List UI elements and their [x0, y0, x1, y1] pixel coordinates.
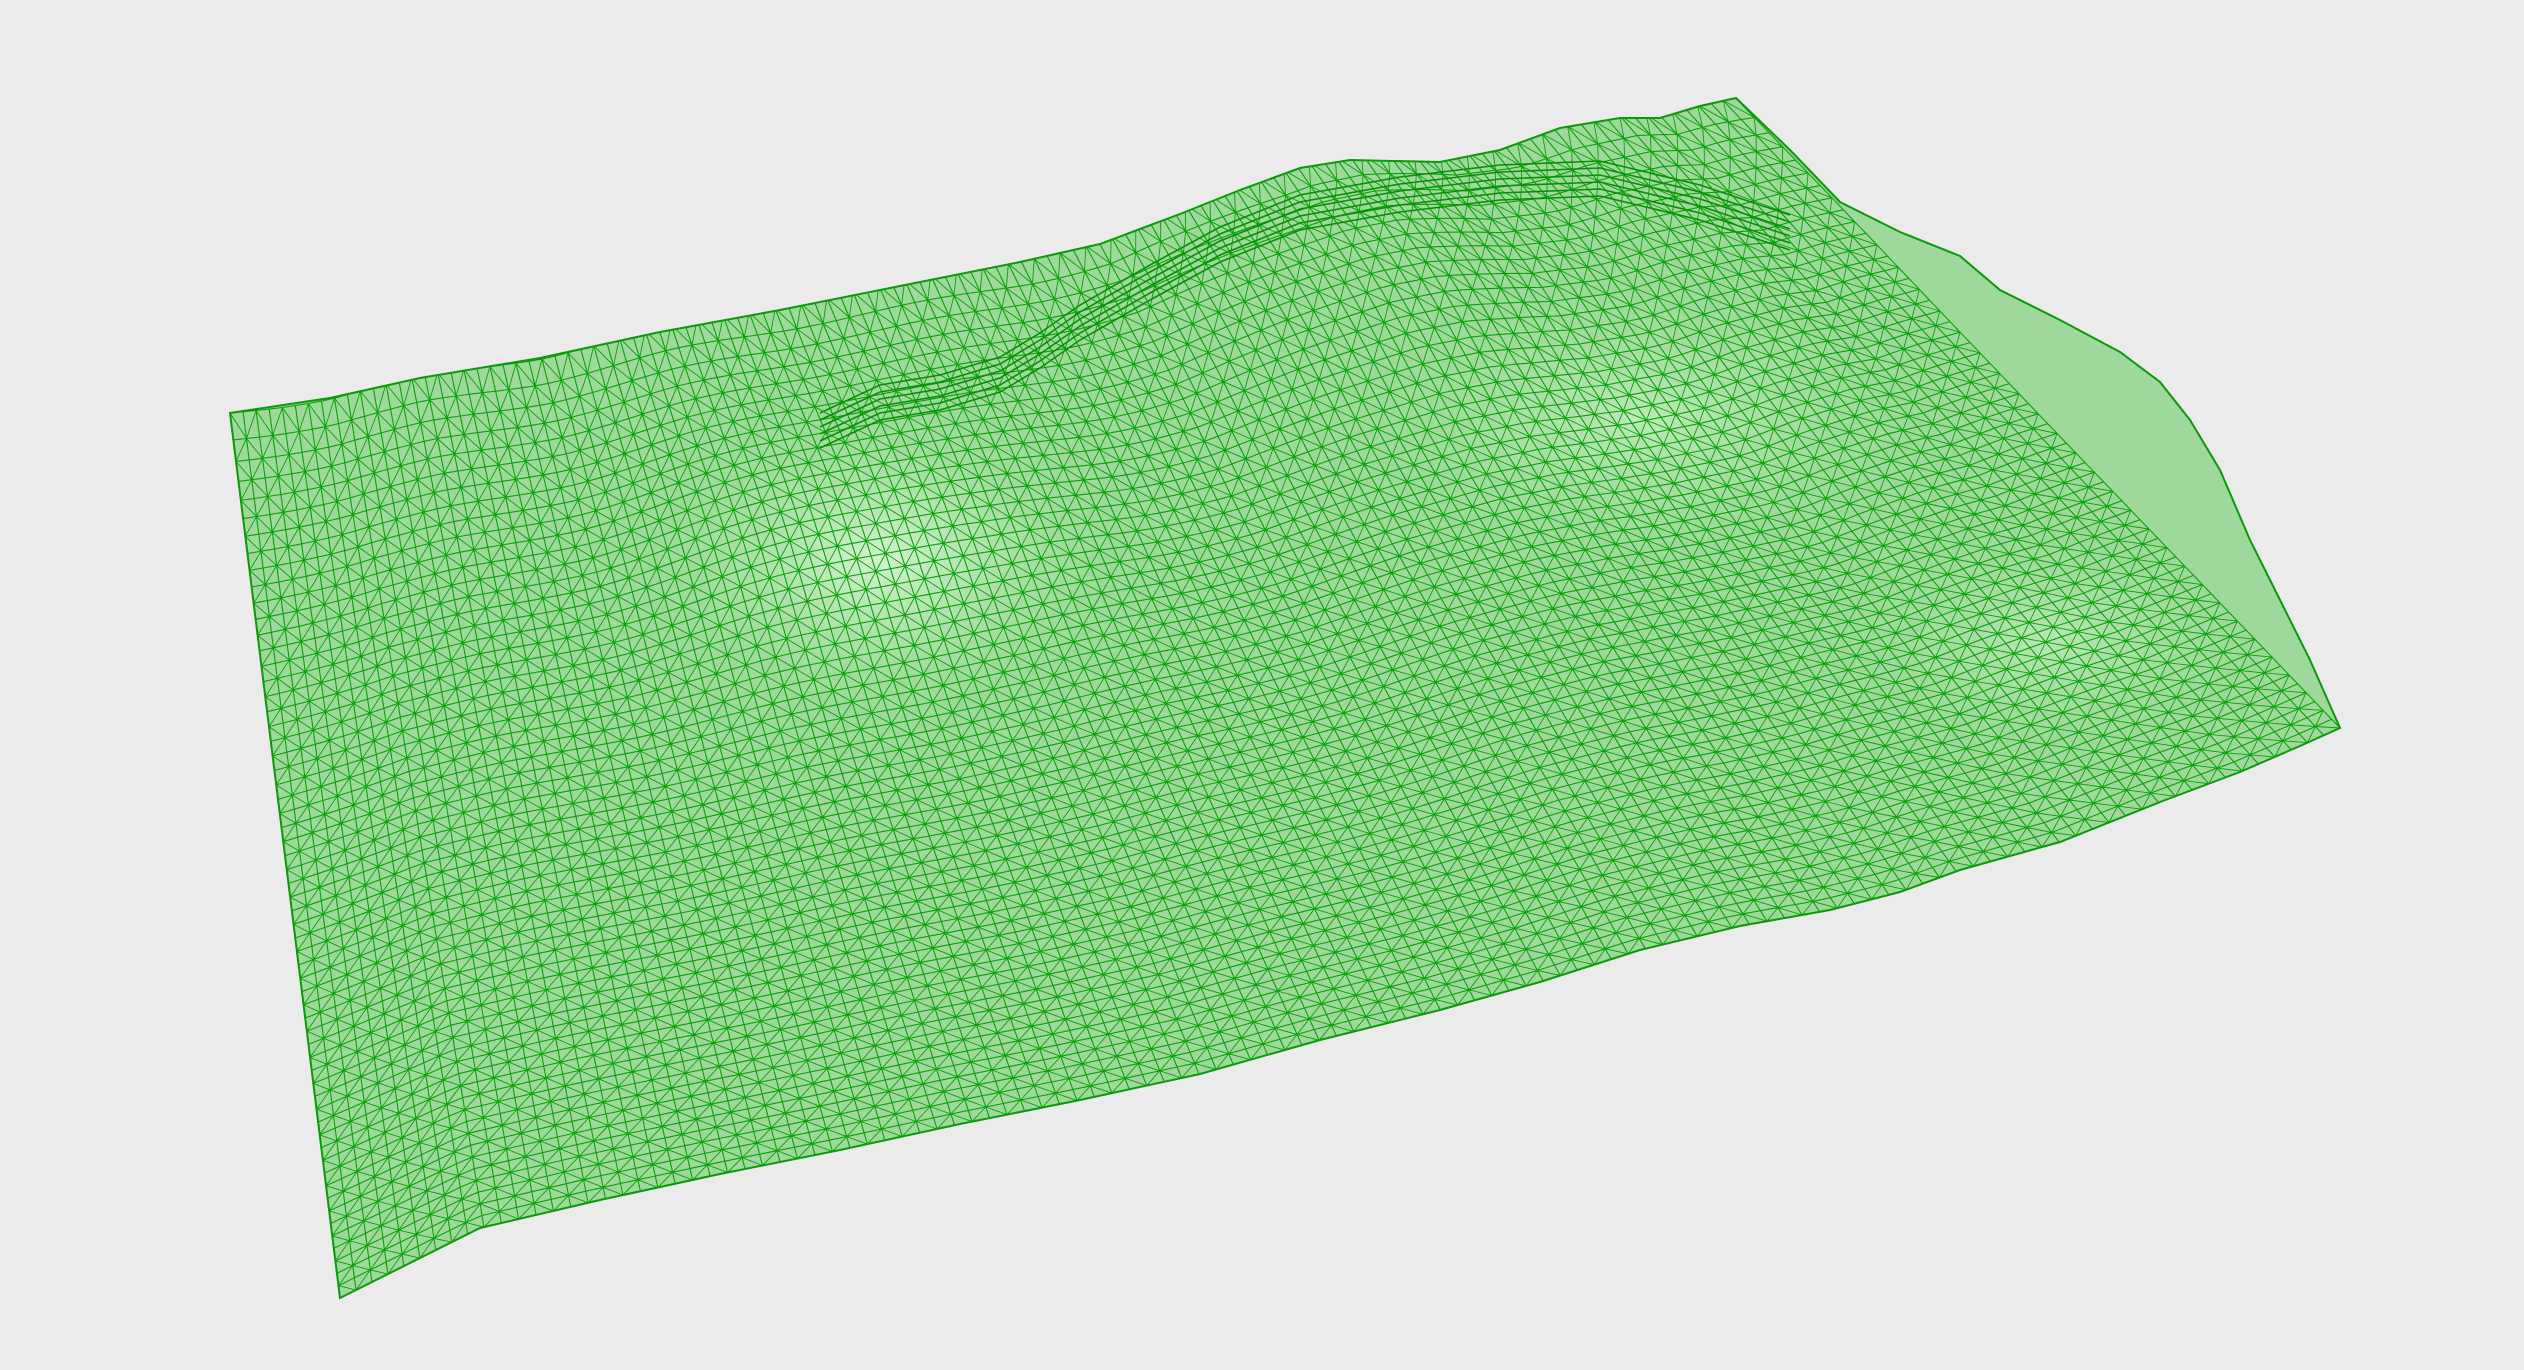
3d-viewport[interactable]: [0, 0, 2524, 1370]
mesh-surface: [228, 96, 2342, 1300]
terrain-mesh[interactable]: [0, 0, 2524, 1370]
